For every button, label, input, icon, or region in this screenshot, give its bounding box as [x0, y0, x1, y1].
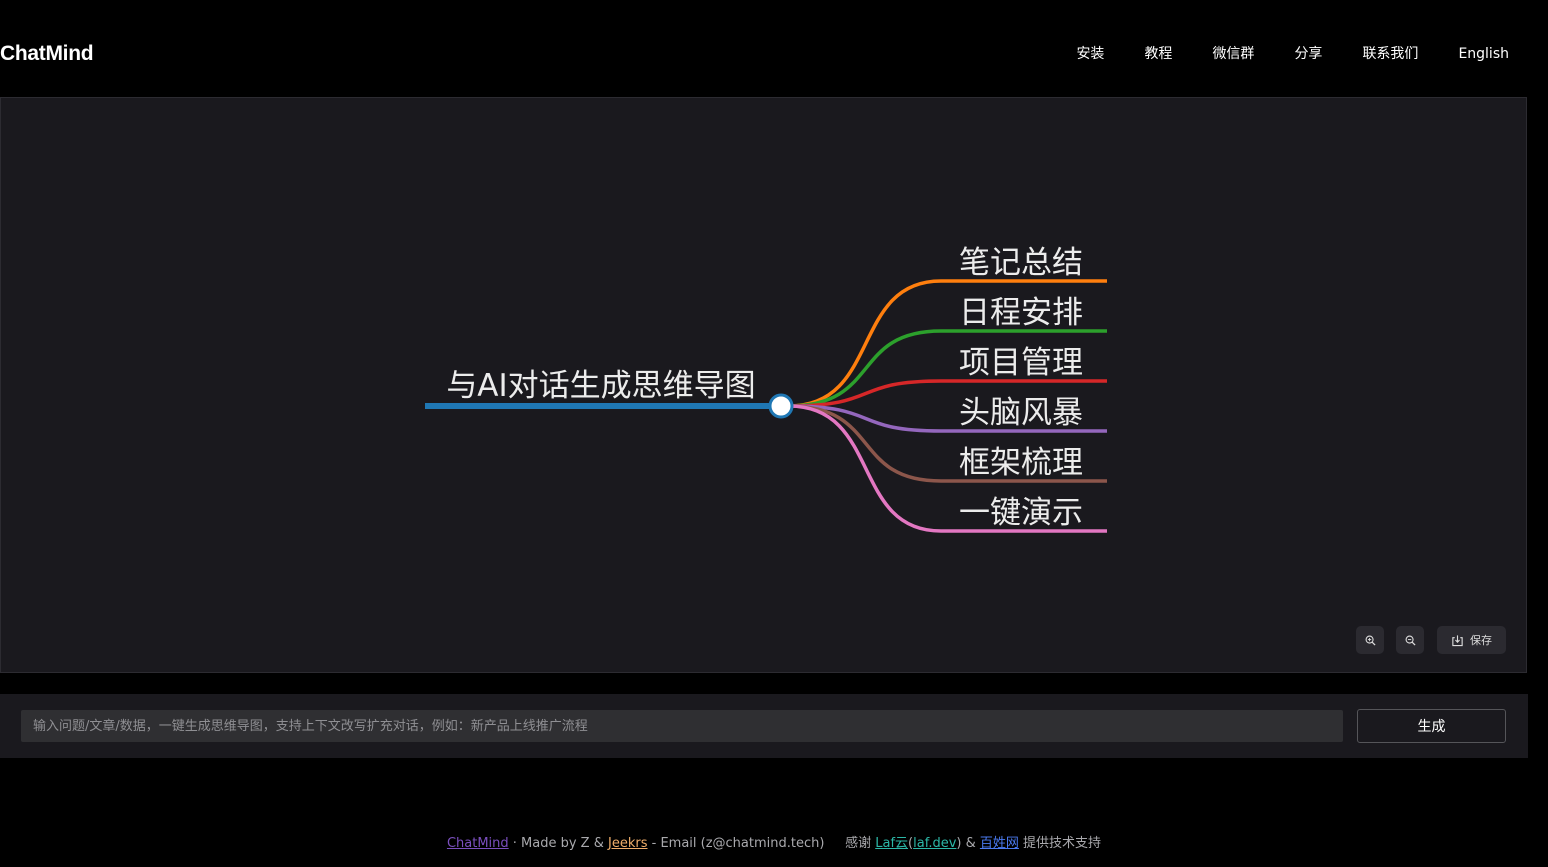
- footer-link-laf-dev[interactable]: laf.dev: [913, 836, 956, 851]
- top-header: ChatMind 安装 教程 微信群 分享 联系我们 English: [0, 0, 1548, 97]
- prompt-bar: 生成: [0, 694, 1528, 758]
- nav-contact[interactable]: 联系我们: [1362, 44, 1418, 64]
- footer-paren-close: ) &: [956, 836, 980, 851]
- nav-language[interactable]: English: [1458, 44, 1509, 64]
- nav-tutorial[interactable]: 教程: [1144, 44, 1172, 64]
- mindmap-canvas[interactable]: 与AI对话生成思维导图 笔记总结日程安排项目管理头脑风暴框架梳理一键演示 保存: [0, 97, 1527, 673]
- nav-wechat-group[interactable]: 微信群: [1212, 44, 1254, 64]
- zoom-in-icon: [1365, 635, 1376, 646]
- mindmap-svg[interactable]: 与AI对话生成思维导图 笔记总结日程安排项目管理头脑风暴框架梳理一键演示: [1, 98, 1528, 674]
- footer-link-chatmind[interactable]: ChatMind: [447, 836, 509, 851]
- save-button[interactable]: 保存: [1437, 626, 1506, 654]
- root-node-toggle[interactable]: [768, 393, 794, 419]
- branch-node-label[interactable]: 笔记总结: [959, 245, 1083, 281]
- footer-link-jeekrs[interactable]: Jeekrs: [608, 836, 647, 851]
- generate-button[interactable]: 生成: [1357, 709, 1506, 743]
- nav-share[interactable]: 分享: [1294, 44, 1322, 64]
- main-nav: 安装 教程 微信群 分享 联系我们 English: [1036, 44, 1509, 64]
- footer: ChatMind · Made by Z & Jeekrs - Email (z…: [0, 832, 1548, 851]
- zoom-in-button[interactable]: [1356, 626, 1384, 654]
- branch-node-label[interactable]: 头脑风暴: [959, 395, 1083, 431]
- brand-logo[interactable]: ChatMind: [0, 42, 94, 66]
- branch-node-label[interactable]: 项目管理: [959, 345, 1083, 381]
- prompt-input[interactable]: [21, 710, 1343, 742]
- branch-node-label[interactable]: 框架梳理: [959, 445, 1083, 481]
- zoom-out-icon: [1405, 635, 1416, 646]
- save-label: 保存: [1470, 634, 1492, 647]
- footer-support: 提供技术支持: [1018, 836, 1102, 851]
- branch-node-label[interactable]: 一键演示: [959, 495, 1083, 531]
- zoom-out-button[interactable]: [1396, 626, 1424, 654]
- branch-group: 笔记总结日程安排项目管理头脑风暴框架梳理一键演示: [788, 245, 1107, 533]
- nav-install[interactable]: 安装: [1076, 44, 1104, 64]
- footer-email: - Email (z@chatmind.tech) 感谢: [647, 836, 876, 851]
- footer-link-laf[interactable]: Laf云: [875, 836, 908, 851]
- branch-node-label[interactable]: 日程安排: [959, 295, 1083, 331]
- download-icon: [1452, 634, 1463, 646]
- footer-link-baixing[interactable]: 百姓网: [980, 836, 1019, 851]
- root-node-label[interactable]: 与AI对话生成思维导图: [446, 368, 755, 404]
- footer-made-by: · Made by Z &: [508, 836, 608, 851]
